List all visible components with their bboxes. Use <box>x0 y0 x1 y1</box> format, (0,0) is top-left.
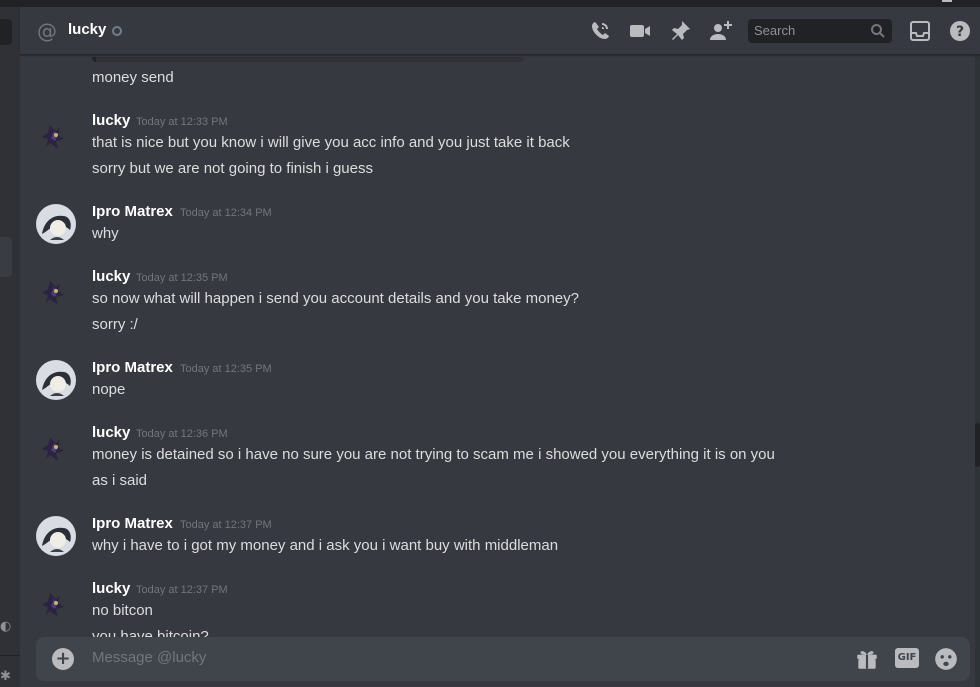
message-text: money send <box>92 69 174 86</box>
chat-header: @ lucky Search ? <box>20 7 980 55</box>
gif-icon[interactable]: GIF <box>895 648 919 668</box>
timestamp: Today at 12:36 PM <box>136 428 228 440</box>
svg-text:?: ? <box>956 24 964 40</box>
scrollbar-thumb[interactable] <box>975 423 980 467</box>
video-icon[interactable] <box>628 19 652 43</box>
username[interactable]: lucky <box>92 266 130 288</box>
add-user-icon[interactable] <box>708 19 732 43</box>
sidebar-search-box[interactable] <box>0 19 12 45</box>
sidebar-divider <box>0 655 20 656</box>
message-text: that is nice but you know i will give yo… <box>92 134 570 151</box>
username[interactable]: lucky <box>92 110 130 132</box>
user-avatar[interactable] <box>36 117 76 157</box>
timestamp: Today at 12:34 PM <box>180 207 272 219</box>
user-avatar[interactable] <box>36 204 76 244</box>
user-avatar[interactable] <box>36 516 76 556</box>
inbox-icon[interactable] <box>908 19 932 43</box>
message-input[interactable]: Message @lucky <box>92 649 206 666</box>
message-list[interactable]: money send lucky Today at 12:33 PM that … <box>20 55 975 637</box>
timestamp: Today at 12:37 PM <box>180 519 272 531</box>
username[interactable]: Ipro Matrex <box>92 357 173 379</box>
embed-preview <box>92 57 524 62</box>
user-avatar[interactable] <box>36 360 76 400</box>
phone-call-icon[interactable] <box>588 19 612 43</box>
user-avatar[interactable] <box>36 273 76 313</box>
message-text: sorry :/ <box>92 316 138 333</box>
chat-main: @ lucky Search ? money send lucky Today … <box>20 7 980 687</box>
pin-icon[interactable] <box>668 19 692 43</box>
at-icon: @ <box>37 19 57 43</box>
message-text: sorry but we are not going to finish i g… <box>92 160 373 177</box>
username[interactable]: lucky <box>92 578 130 600</box>
channel-sidebar-edge: ◐ ✱ <box>0 7 20 687</box>
status-indicator <box>112 26 122 36</box>
minimize-icon[interactable] <box>942 0 952 2</box>
window-top-strip <box>0 0 980 7</box>
headset-icon[interactable]: ◐ <box>0 619 11 634</box>
search-input[interactable]: Search <box>748 19 892 43</box>
timestamp: Today at 12:33 PM <box>136 116 228 128</box>
message-text: why <box>92 225 119 242</box>
message-composer[interactable]: + Message @lucky GIF <box>36 637 970 681</box>
username[interactable]: Ipro Matrex <box>92 201 173 223</box>
username[interactable]: Ipro Matrex <box>92 513 173 535</box>
user-avatar[interactable] <box>36 429 76 469</box>
sidebar-selected-item[interactable] <box>0 237 12 277</box>
channel-title: lucky <box>68 21 107 38</box>
gift-icon[interactable] <box>854 646 880 672</box>
message-text: you have bitcoin? <box>92 628 209 637</box>
timestamp: Today at 12:35 PM <box>136 272 228 284</box>
timestamp: Today at 12:35 PM <box>180 363 272 375</box>
message-text: why i have to i got my money and i ask y… <box>92 537 559 554</box>
message-text: as i said <box>92 472 148 489</box>
help-icon[interactable]: ? <box>948 19 972 43</box>
add-attachment-icon[interactable]: + <box>52 648 74 670</box>
message-text: money is detained so i have no sure you … <box>92 446 775 463</box>
search-placeholder: Search <box>754 23 796 38</box>
message-text: no bitcon <box>92 602 153 619</box>
message-text: nope <box>92 381 126 398</box>
search-icon <box>870 23 886 39</box>
user-avatar[interactable] <box>36 585 76 625</box>
settings-icon[interactable]: ✱ <box>0 669 11 684</box>
timestamp: Today at 12:37 PM <box>136 584 228 596</box>
username[interactable]: lucky <box>92 422 130 444</box>
scrollbar-track[interactable] <box>975 55 980 687</box>
message-text: so now what will happen i send you accou… <box>92 290 579 307</box>
emoji-icon[interactable] <box>933 646 959 672</box>
